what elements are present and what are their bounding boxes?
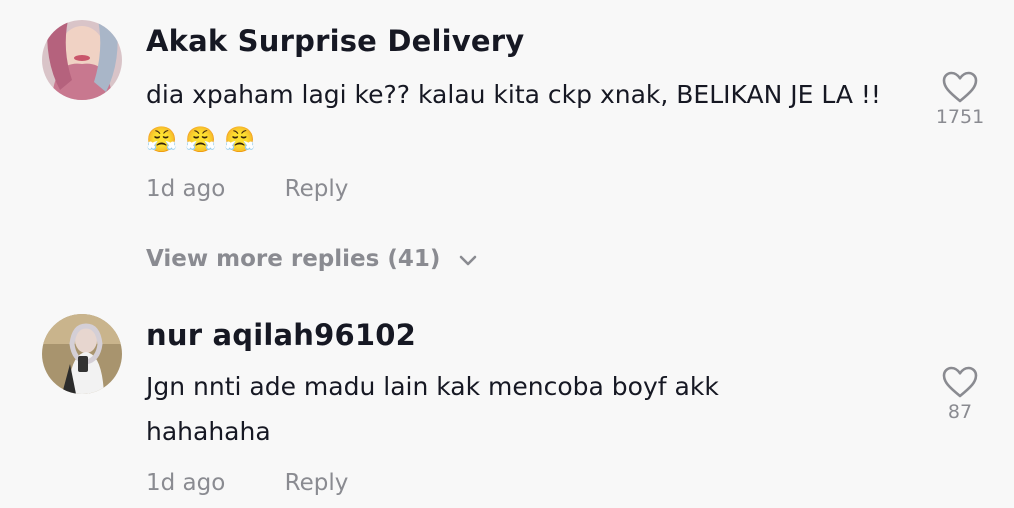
view-more-label: View more replies (41) bbox=[146, 246, 441, 272]
like-button[interactable]: 1751 bbox=[930, 70, 990, 128]
like-count: 1751 bbox=[935, 106, 985, 128]
reply-button[interactable]: Reply bbox=[285, 470, 349, 496]
comment-meta: 1d ago Reply bbox=[146, 176, 348, 202]
comment-text: Jgn nnti ade madu lain kak mencoba boyf … bbox=[146, 372, 719, 446]
like-button[interactable]: 87 bbox=[930, 365, 990, 423]
view-more-replies-button[interactable]: View more replies (41) bbox=[146, 246, 478, 273]
comment-username[interactable]: Akak Surprise Delivery bbox=[146, 24, 524, 58]
comment-time: 1d ago bbox=[146, 176, 226, 202]
avatar-photo-icon bbox=[42, 314, 122, 394]
chevron-down-icon bbox=[458, 247, 478, 273]
heart-outline-icon bbox=[942, 71, 978, 103]
avatar-photo-icon bbox=[42, 20, 122, 100]
comment-meta: 1d ago Reply bbox=[146, 470, 348, 496]
avatar[interactable] bbox=[42, 20, 122, 100]
like-count: 87 bbox=[947, 401, 973, 423]
comment-text: dia xpaham lagi ke?? kalau kita ckp xnak… bbox=[146, 80, 881, 154]
comment-username[interactable]: nur aqilah96102 bbox=[146, 318, 416, 352]
comment-time: 1d ago bbox=[146, 470, 226, 496]
heart-outline-icon bbox=[942, 366, 978, 398]
reply-button[interactable]: Reply bbox=[285, 176, 349, 202]
avatar[interactable] bbox=[42, 314, 122, 394]
